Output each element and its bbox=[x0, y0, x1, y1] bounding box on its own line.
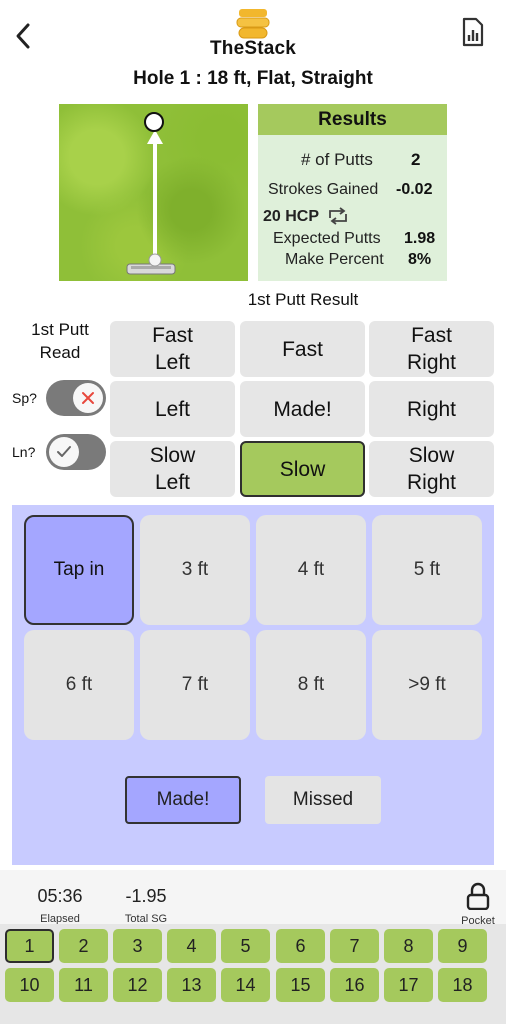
slow-left-button[interactable]: Slow Left bbox=[110, 441, 235, 497]
make-percent-label: Make Percent bbox=[285, 251, 384, 268]
elapsed-stat: 05:36 Elapsed bbox=[26, 886, 94, 925]
distance-option[interactable]: Tap in bbox=[24, 515, 134, 625]
hole-button[interactable]: 18 bbox=[438, 968, 487, 1002]
distance-option[interactable]: 3 ft bbox=[140, 515, 250, 625]
distance-option[interactable]: 7 ft bbox=[140, 630, 250, 740]
hole-button[interactable]: 17 bbox=[384, 968, 433, 1002]
putt-read-label: 1st Putt Read bbox=[31, 320, 89, 362]
hole-cup-icon bbox=[144, 112, 164, 132]
app-logo bbox=[233, 8, 273, 40]
expected-putts-label: Expected Putts bbox=[273, 230, 381, 247]
hole-button[interactable]: 16 bbox=[330, 968, 379, 1002]
hole-button[interactable]: 14 bbox=[221, 968, 270, 1002]
check-icon bbox=[49, 437, 79, 467]
strokes-gained-value: -0.02 bbox=[396, 181, 433, 198]
distance-option[interactable]: 8 ft bbox=[256, 630, 366, 740]
hole-button[interactable]: 13 bbox=[167, 968, 216, 1002]
hole-button[interactable]: 15 bbox=[276, 968, 325, 1002]
slow-right-button[interactable]: Slow Right bbox=[369, 441, 494, 497]
arrow-head-icon bbox=[147, 130, 163, 144]
left-button[interactable]: Left bbox=[110, 381, 235, 437]
fast-button[interactable]: Fast bbox=[240, 321, 365, 377]
total-sg-value: -1.95 bbox=[125, 886, 167, 906]
hole-button[interactable]: 6 bbox=[276, 929, 325, 963]
total-sg-stat: -1.95 Total SG bbox=[114, 886, 178, 925]
strokes-gained-label: Strokes Gained bbox=[268, 181, 379, 198]
missed-button[interactable]: Missed bbox=[265, 776, 381, 824]
speed-label: Sp? bbox=[12, 390, 37, 406]
hole-button[interactable]: 4 bbox=[167, 929, 216, 963]
hole-button[interactable]: 9 bbox=[438, 929, 487, 963]
x-icon bbox=[73, 383, 103, 413]
distance-option[interactable]: 4 ft bbox=[256, 515, 366, 625]
stack-logo-icon bbox=[236, 9, 270, 39]
hole-button[interactable]: 11 bbox=[59, 968, 108, 1002]
line-toggle[interactable] bbox=[46, 434, 106, 470]
hole-title: Hole 1 : 18 ft, Flat, Straight bbox=[133, 68, 373, 89]
hole-button[interactable]: 8 bbox=[384, 929, 433, 963]
speed-toggle[interactable] bbox=[46, 380, 106, 416]
golf-ball-icon bbox=[148, 253, 162, 267]
hole-button[interactable]: 2 bbox=[59, 929, 108, 963]
made-button[interactable]: Made! bbox=[125, 776, 241, 824]
lock-icon bbox=[466, 882, 490, 911]
num-putts-value: 2 bbox=[411, 150, 421, 169]
pocket-button[interactable]: Pocket bbox=[458, 882, 498, 927]
line-label: Ln? bbox=[12, 444, 36, 460]
expected-putts-value: 1.98 bbox=[404, 230, 436, 247]
hole-selector: 1 2 3 4 5 6 7 8 9 10 11 12 13 14 15 16 1… bbox=[0, 924, 506, 1024]
distance-panel: Tap in 3 ft 4 ft 5 ft 6 ft 7 ft 8 ft >9 … bbox=[12, 505, 494, 865]
hole-button[interactable]: 1 bbox=[5, 929, 54, 963]
report-chart-icon bbox=[462, 17, 484, 47]
made-result-button[interactable]: Made! bbox=[240, 381, 365, 437]
distance-option[interactable]: 6 ft bbox=[24, 630, 134, 740]
hole-button[interactable]: 3 bbox=[113, 929, 162, 963]
distance-option[interactable]: 5 ft bbox=[372, 515, 482, 625]
hole-button[interactable]: 12 bbox=[113, 968, 162, 1002]
elapsed-value: 05:36 bbox=[37, 886, 83, 906]
results-heading: Results bbox=[258, 104, 447, 135]
report-button[interactable] bbox=[458, 14, 488, 50]
results-panel: Results # of Putts 2 Strokes Gained -0.0… bbox=[258, 104, 447, 281]
putt-result-title: 1st Putt Result bbox=[247, 290, 359, 309]
slow-button[interactable]: Slow bbox=[240, 441, 365, 497]
putter-icon bbox=[126, 263, 176, 275]
num-putts-label: # of Putts bbox=[301, 150, 373, 169]
hole-button[interactable]: 10 bbox=[5, 968, 54, 1002]
make-percent-value: 8% bbox=[408, 251, 432, 268]
distance-option[interactable]: >9 ft bbox=[372, 630, 482, 740]
hole-button[interactable]: 5 bbox=[221, 929, 270, 963]
swap-icon[interactable] bbox=[326, 206, 350, 226]
right-button[interactable]: Right bbox=[369, 381, 494, 437]
green-diagram bbox=[59, 104, 248, 281]
hole-button[interactable]: 7 bbox=[330, 929, 379, 963]
app-title: TheStack bbox=[209, 38, 297, 59]
fast-right-button[interactable]: Fast Right bbox=[369, 321, 494, 377]
fast-left-button[interactable]: Fast Left bbox=[110, 321, 235, 377]
hcp-label[interactable]: 20 HCP bbox=[263, 208, 319, 226]
